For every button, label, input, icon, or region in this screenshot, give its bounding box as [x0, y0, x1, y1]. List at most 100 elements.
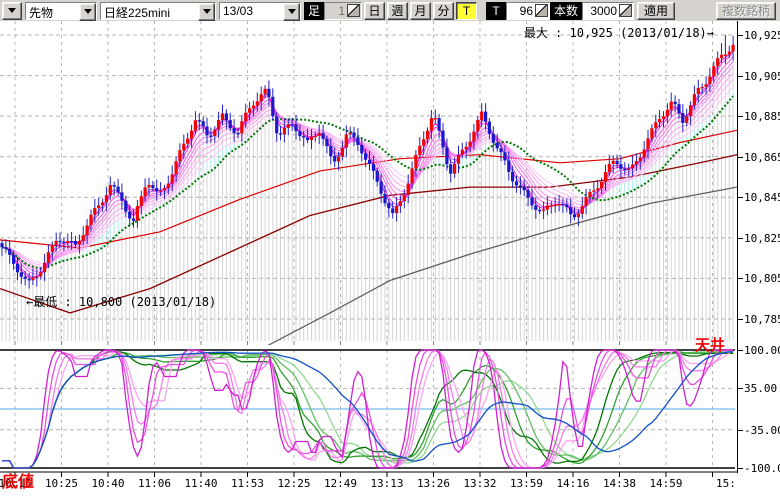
candle: [124, 201, 127, 212]
candle: [120, 192, 123, 200]
candle: [144, 187, 147, 196]
candle: [337, 157, 340, 162]
candle: [538, 210, 541, 211]
period-day-button[interactable]: 日: [364, 2, 385, 20]
candle: [503, 152, 506, 160]
bar-count-input[interactable]: [583, 4, 619, 18]
candle: [287, 124, 290, 128]
candle: [279, 133, 282, 134]
spinner-icon[interactable]: [535, 4, 548, 17]
candle: [341, 148, 344, 157]
collapse-dropdown-button[interactable]: [2, 2, 22, 20]
chevron-down-icon[interactable]: [283, 3, 300, 21]
toolbar: 先物 日経225mini 13/03 足 日 週 月 分 T T 本数: [0, 0, 780, 21]
candle: [391, 208, 394, 213]
candle: [163, 188, 166, 190]
bar-interval-input[interactable]: [325, 4, 347, 18]
candle: [643, 150, 646, 158]
bar-count-chip: 本数: [550, 2, 582, 20]
candle: [585, 197, 588, 206]
period-week-button[interactable]: 週: [387, 2, 408, 20]
candle: [105, 195, 108, 202]
candle: [469, 142, 472, 147]
tick-count-chip: T: [486, 2, 506, 20]
period-month-button[interactable]: 月: [410, 2, 431, 20]
candle: [623, 169, 626, 170]
axis-tick: [737, 157, 743, 158]
rci-oscillator-canvas[interactable]: [0, 345, 737, 478]
candle: [205, 126, 208, 135]
candle: [565, 205, 568, 208]
candle: [569, 207, 572, 214]
candle: [646, 138, 649, 149]
candle: [302, 136, 305, 138]
candle: [631, 165, 634, 169]
candle: [519, 185, 522, 186]
time-label: 15:: [716, 477, 742, 490]
candle: [101, 202, 104, 205]
spinner-icon[interactable]: [619, 4, 632, 17]
time-label: 11:06: [132, 477, 178, 490]
chevron-down-icon[interactable]: [198, 3, 215, 21]
candle: [182, 144, 185, 151]
candle: [577, 214, 580, 217]
contract-month-select[interactable]: 13/03: [219, 2, 301, 20]
contract-month-value: 13/03: [220, 3, 256, 19]
candle: [233, 128, 236, 133]
candle: [70, 241, 73, 242]
candle: [97, 205, 100, 208]
candle: [368, 160, 371, 164]
bar-interval-spinner[interactable]: [324, 2, 362, 20]
candle: [186, 139, 189, 144]
candle: [47, 252, 50, 263]
candle: [78, 241, 81, 245]
candle: [147, 185, 150, 187]
candle: [554, 205, 557, 206]
candle: [523, 187, 526, 191]
candle: [496, 143, 499, 149]
candle: [58, 241, 61, 242]
candle: [581, 206, 584, 214]
candle: [345, 134, 348, 147]
bar-count-spinner[interactable]: [582, 2, 634, 20]
candle: [407, 184, 410, 196]
candle: [527, 190, 530, 197]
candle: [546, 206, 549, 210]
candle: [627, 169, 630, 170]
candle: [376, 171, 379, 182]
candle: [600, 182, 603, 189]
tick-count-spinner[interactable]: [506, 2, 550, 20]
period-minute-button[interactable]: 分: [433, 2, 454, 20]
time-label: 10:40: [85, 477, 131, 490]
price-label: 10,845: [744, 191, 780, 204]
instrument-select[interactable]: 日経225mini: [100, 2, 216, 20]
candle: [117, 187, 120, 193]
apply-button[interactable]: 適用: [637, 2, 675, 20]
candle: [213, 130, 216, 137]
axis-tick: [737, 116, 743, 117]
chevron-down-icon[interactable]: [79, 3, 96, 21]
multi-symbol-button[interactable]: 複数銘柄: [716, 2, 776, 20]
candle: [592, 190, 595, 192]
candle: [298, 131, 301, 136]
candle: [271, 97, 274, 116]
instrument-type-select[interactable]: 先物: [25, 2, 97, 20]
axis-tick: [737, 238, 743, 239]
candle: [372, 164, 375, 171]
candle: [418, 146, 421, 155]
candle: [650, 128, 653, 138]
candle: [441, 131, 444, 148]
spinner-icon[interactable]: [347, 4, 360, 17]
ceiling-annotation: 天井: [695, 334, 725, 355]
candle: [325, 139, 328, 146]
candle: [62, 242, 65, 243]
candle: [720, 55, 723, 58]
chart-window: 先物 日経225mini 13/03 足 日 週 月 分 T T 本数: [0, 0, 780, 501]
candle: [322, 133, 325, 139]
period-tick-button[interactable]: T: [456, 2, 477, 20]
tick-count-input[interactable]: [507, 4, 535, 18]
candle: [681, 113, 684, 123]
candle: [705, 84, 708, 87]
candle: [608, 164, 611, 172]
axis-tick: [737, 197, 743, 198]
